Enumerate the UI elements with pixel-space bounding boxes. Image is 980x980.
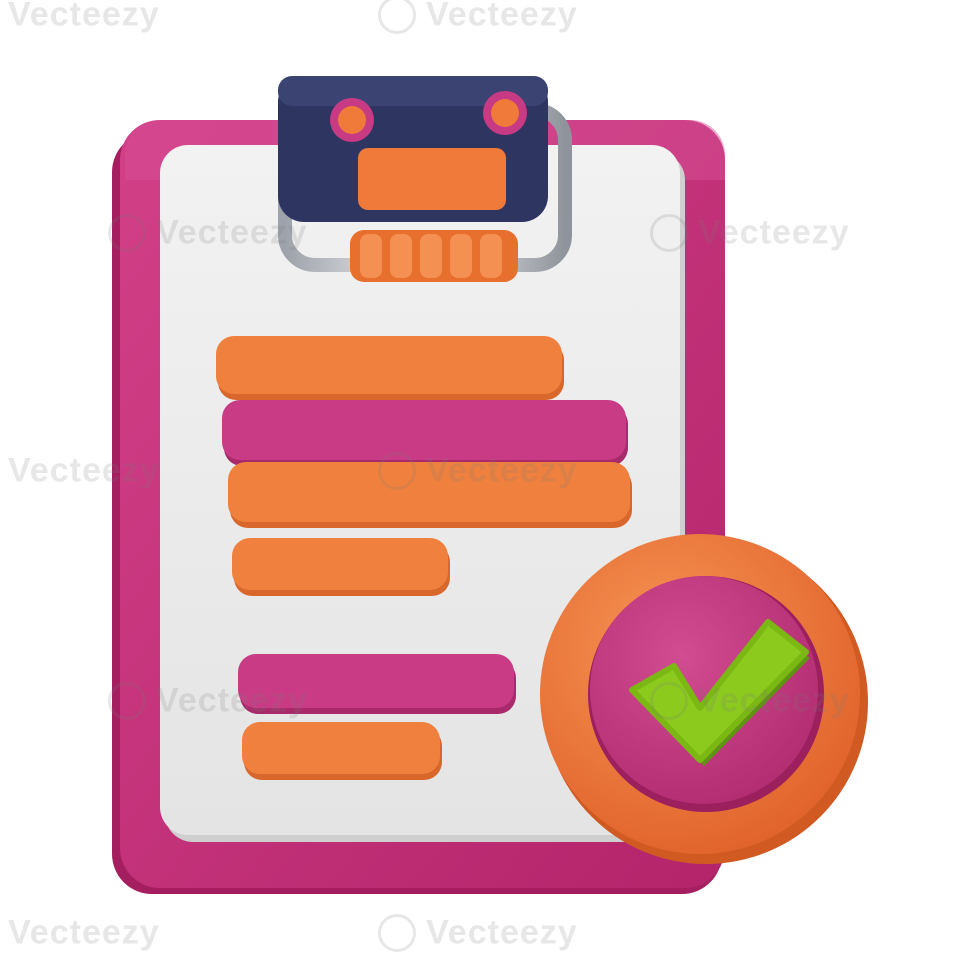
watermark: Vecteezy: [8, 451, 160, 490]
watermark-logo-icon: [108, 682, 146, 721]
watermark: Vecteezy: [378, 450, 578, 491]
watermark-logo-icon: [650, 214, 688, 253]
watermark: Vecteezy: [378, 912, 578, 953]
watermark: Vecteezy: [378, 0, 578, 35]
watermark: Vecteezy: [650, 680, 850, 721]
watermark: Vecteezy: [108, 680, 308, 721]
watermark: Vecteezy: [108, 212, 308, 253]
watermark-logo-icon: [108, 214, 146, 253]
watermark: Vecteezy: [650, 212, 850, 253]
watermark-logo-icon: [650, 682, 688, 721]
image-stage: Vecteezy Vecteezy Vecteezy Vecteezy Vect…: [0, 0, 980, 980]
watermark-logo-icon: [378, 914, 416, 953]
watermark-logo-icon: [378, 0, 416, 35]
watermark-logo-icon: [378, 452, 416, 491]
watermark: Vecteezy: [8, 0, 160, 34]
watermark: Vecteezy: [8, 913, 160, 952]
